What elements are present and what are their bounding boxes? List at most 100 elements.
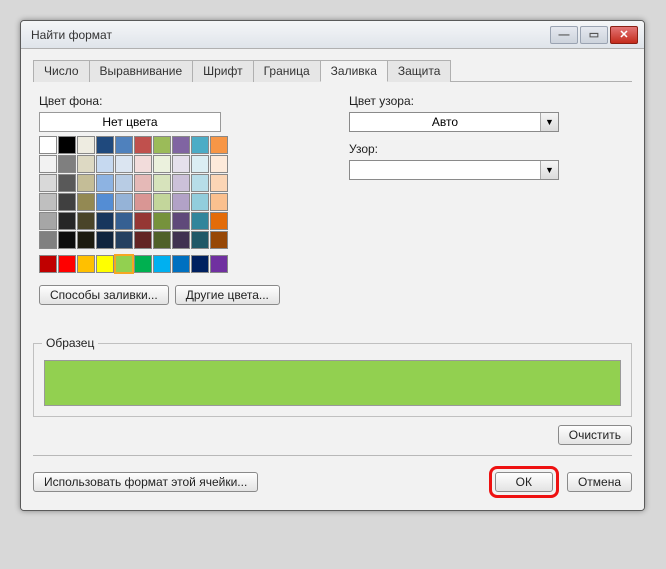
pattern-color-combo[interactable]: Авто ▼ [349, 112, 559, 132]
minimize-button[interactable]: — [550, 26, 578, 44]
color-swatch[interactable] [96, 174, 114, 192]
use-cell-format-button[interactable]: Использовать формат этой ячейки... [33, 472, 258, 492]
close-button[interactable]: ✕ [610, 26, 638, 44]
color-swatch[interactable] [134, 255, 152, 273]
color-swatch[interactable] [77, 136, 95, 154]
more-colors-button[interactable]: Другие цвета... [175, 285, 280, 305]
tab-protection[interactable]: Защита [387, 60, 452, 82]
tab-fill[interactable]: Заливка [320, 60, 388, 82]
color-swatch[interactable] [39, 231, 57, 249]
color-swatch[interactable] [210, 155, 228, 173]
color-swatch[interactable] [115, 155, 133, 173]
color-swatch[interactable] [39, 255, 57, 273]
color-swatch[interactable] [115, 136, 133, 154]
color-swatch[interactable] [153, 212, 171, 230]
color-swatch[interactable] [58, 136, 76, 154]
color-swatch[interactable] [77, 212, 95, 230]
color-swatch[interactable] [210, 255, 228, 273]
color-swatch[interactable] [58, 174, 76, 192]
cancel-button[interactable]: Отмена [567, 472, 632, 492]
color-swatch[interactable] [96, 155, 114, 173]
color-swatch[interactable] [210, 193, 228, 211]
chevron-down-icon: ▼ [540, 161, 558, 179]
color-buttons-row: Способы заливки... Другие цвета... [39, 285, 319, 305]
color-swatch[interactable] [58, 255, 76, 273]
titlebar[interactable]: Найти формат — ▭ ✕ [21, 21, 644, 49]
color-swatch[interactable] [77, 174, 95, 192]
tab-number[interactable]: Число [33, 60, 90, 82]
color-swatch[interactable] [96, 255, 114, 273]
color-swatch[interactable] [77, 231, 95, 249]
color-swatch[interactable] [134, 155, 152, 173]
tab-border[interactable]: Граница [253, 60, 321, 82]
ok-button[interactable]: ОК [495, 472, 553, 492]
color-swatch[interactable] [210, 136, 228, 154]
pattern-style-label: Узор: [349, 142, 626, 156]
color-swatch[interactable] [77, 255, 95, 273]
color-swatch[interactable] [172, 136, 190, 154]
color-swatch[interactable] [39, 136, 57, 154]
color-swatch[interactable] [58, 193, 76, 211]
color-swatch[interactable] [191, 155, 209, 173]
color-swatch[interactable] [58, 212, 76, 230]
tab-alignment[interactable]: Выравнивание [89, 60, 194, 82]
preview-swatch [44, 360, 621, 406]
color-swatch[interactable] [172, 193, 190, 211]
color-swatch[interactable] [172, 231, 190, 249]
color-swatch[interactable] [96, 231, 114, 249]
color-swatch[interactable] [77, 193, 95, 211]
window-title: Найти формат [31, 28, 112, 42]
color-swatch[interactable] [210, 212, 228, 230]
color-swatch[interactable] [153, 231, 171, 249]
client-area: Число Выравнивание Шрифт Граница Заливка… [21, 49, 644, 510]
color-swatch[interactable] [115, 193, 133, 211]
color-swatch[interactable] [58, 155, 76, 173]
color-swatch[interactable] [77, 155, 95, 173]
standard-color-grid [39, 255, 319, 273]
color-swatch[interactable] [96, 193, 114, 211]
color-swatch[interactable] [153, 136, 171, 154]
color-swatch[interactable] [191, 255, 209, 273]
ok-highlight: ОК [489, 466, 559, 498]
color-swatch[interactable] [96, 212, 114, 230]
dialog-footer: Использовать формат этой ячейки... ОК От… [33, 455, 632, 498]
color-swatch[interactable] [153, 155, 171, 173]
color-swatch[interactable] [172, 255, 190, 273]
color-swatch[interactable] [134, 136, 152, 154]
color-swatch[interactable] [115, 255, 133, 273]
color-swatch[interactable] [134, 212, 152, 230]
color-swatch[interactable] [39, 212, 57, 230]
maximize-button[interactable]: ▭ [580, 26, 608, 44]
background-color-label: Цвет фона: [39, 94, 319, 108]
color-swatch[interactable] [134, 193, 152, 211]
color-swatch[interactable] [39, 193, 57, 211]
pattern-color-value: Авто [350, 115, 540, 129]
color-swatch[interactable] [115, 174, 133, 192]
pattern-style-combo[interactable]: ▼ [349, 160, 559, 180]
color-swatch[interactable] [210, 174, 228, 192]
tab-font[interactable]: Шрифт [192, 60, 253, 82]
color-swatch[interactable] [134, 174, 152, 192]
color-swatch[interactable] [134, 231, 152, 249]
color-swatch[interactable] [39, 155, 57, 173]
color-swatch[interactable] [210, 231, 228, 249]
color-swatch[interactable] [58, 231, 76, 249]
color-swatch[interactable] [191, 136, 209, 154]
color-swatch[interactable] [115, 231, 133, 249]
color-swatch[interactable] [96, 136, 114, 154]
clear-button[interactable]: Очистить [558, 425, 632, 445]
color-swatch[interactable] [191, 193, 209, 211]
color-swatch[interactable] [172, 155, 190, 173]
fill-effects-button[interactable]: Способы заливки... [39, 285, 169, 305]
color-swatch[interactable] [153, 193, 171, 211]
color-swatch[interactable] [115, 212, 133, 230]
color-swatch[interactable] [191, 212, 209, 230]
color-swatch[interactable] [153, 174, 171, 192]
color-swatch[interactable] [39, 174, 57, 192]
color-swatch[interactable] [153, 255, 171, 273]
color-swatch[interactable] [191, 231, 209, 249]
color-swatch[interactable] [172, 174, 190, 192]
color-swatch[interactable] [191, 174, 209, 192]
color-swatch[interactable] [172, 212, 190, 230]
no-color-button[interactable]: Нет цвета [39, 112, 221, 132]
